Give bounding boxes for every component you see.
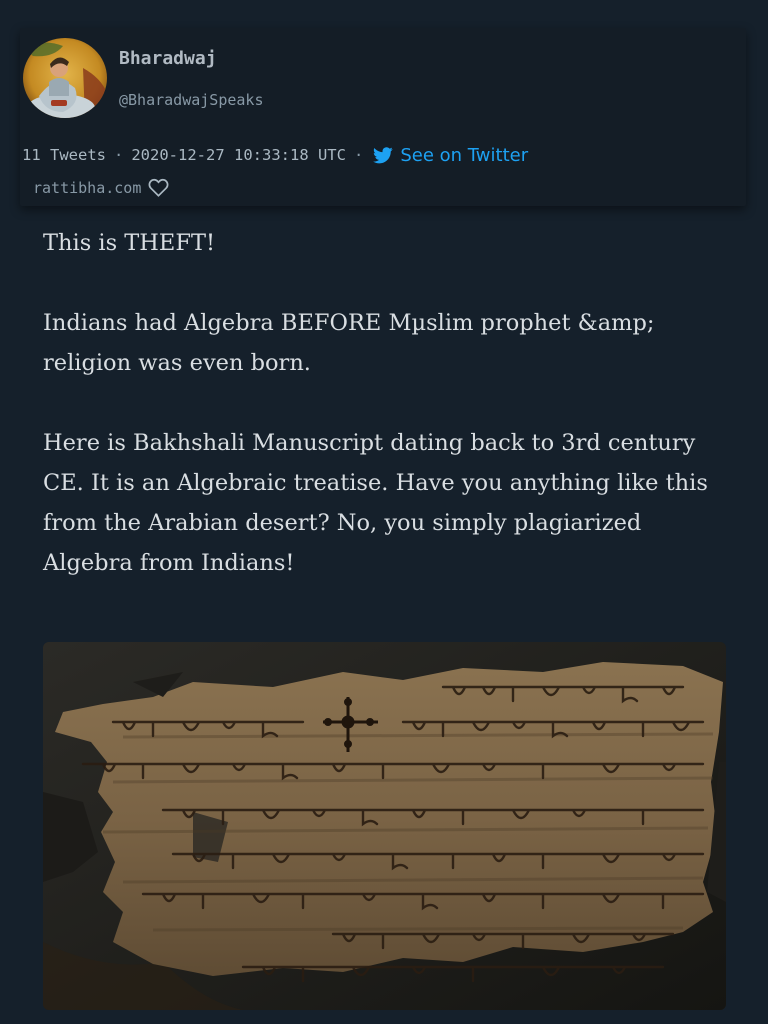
see-on-twitter-label: See on Twitter (400, 144, 529, 166)
see-on-twitter-link[interactable]: See on Twitter (373, 145, 528, 166)
author-name[interactable]: Bharadwaj (119, 48, 217, 69)
tweet-paragraph: Here is Bakhshali Manuscript dating back… (43, 430, 708, 576)
heart-icon[interactable] (148, 178, 169, 197)
twitter-bird-icon (373, 146, 393, 163)
site-line: rattibha.com (33, 178, 169, 197)
thread-header-card: Bharadwaj @BharadwajSpeaks 11 Tweets · 2… (20, 28, 746, 206)
separator: · (114, 146, 124, 164)
author-handle[interactable]: @BharadwajSpeaks (119, 91, 264, 109)
separator: · (353, 146, 364, 164)
author-avatar[interactable] (23, 38, 107, 118)
thread-timestamp: 2020-12-27 10:33:18 UTC (131, 146, 346, 164)
tweet-paragraph: Indians had Algebra BEFORE Mµslim prophe… (43, 310, 655, 376)
tweet-paragraph: This is THEFT! (43, 230, 216, 256)
manuscript-image[interactable] (43, 642, 726, 1010)
tweet-body: This is THEFT! Indians had Algebra BEFOR… (43, 223, 733, 623)
site-link[interactable]: rattibha.com (33, 179, 141, 197)
thread-meta: 11 Tweets · 2020-12-27 10:33:18 UTC · Se… (22, 143, 528, 167)
tweet-count: 11 Tweets (22, 146, 106, 164)
